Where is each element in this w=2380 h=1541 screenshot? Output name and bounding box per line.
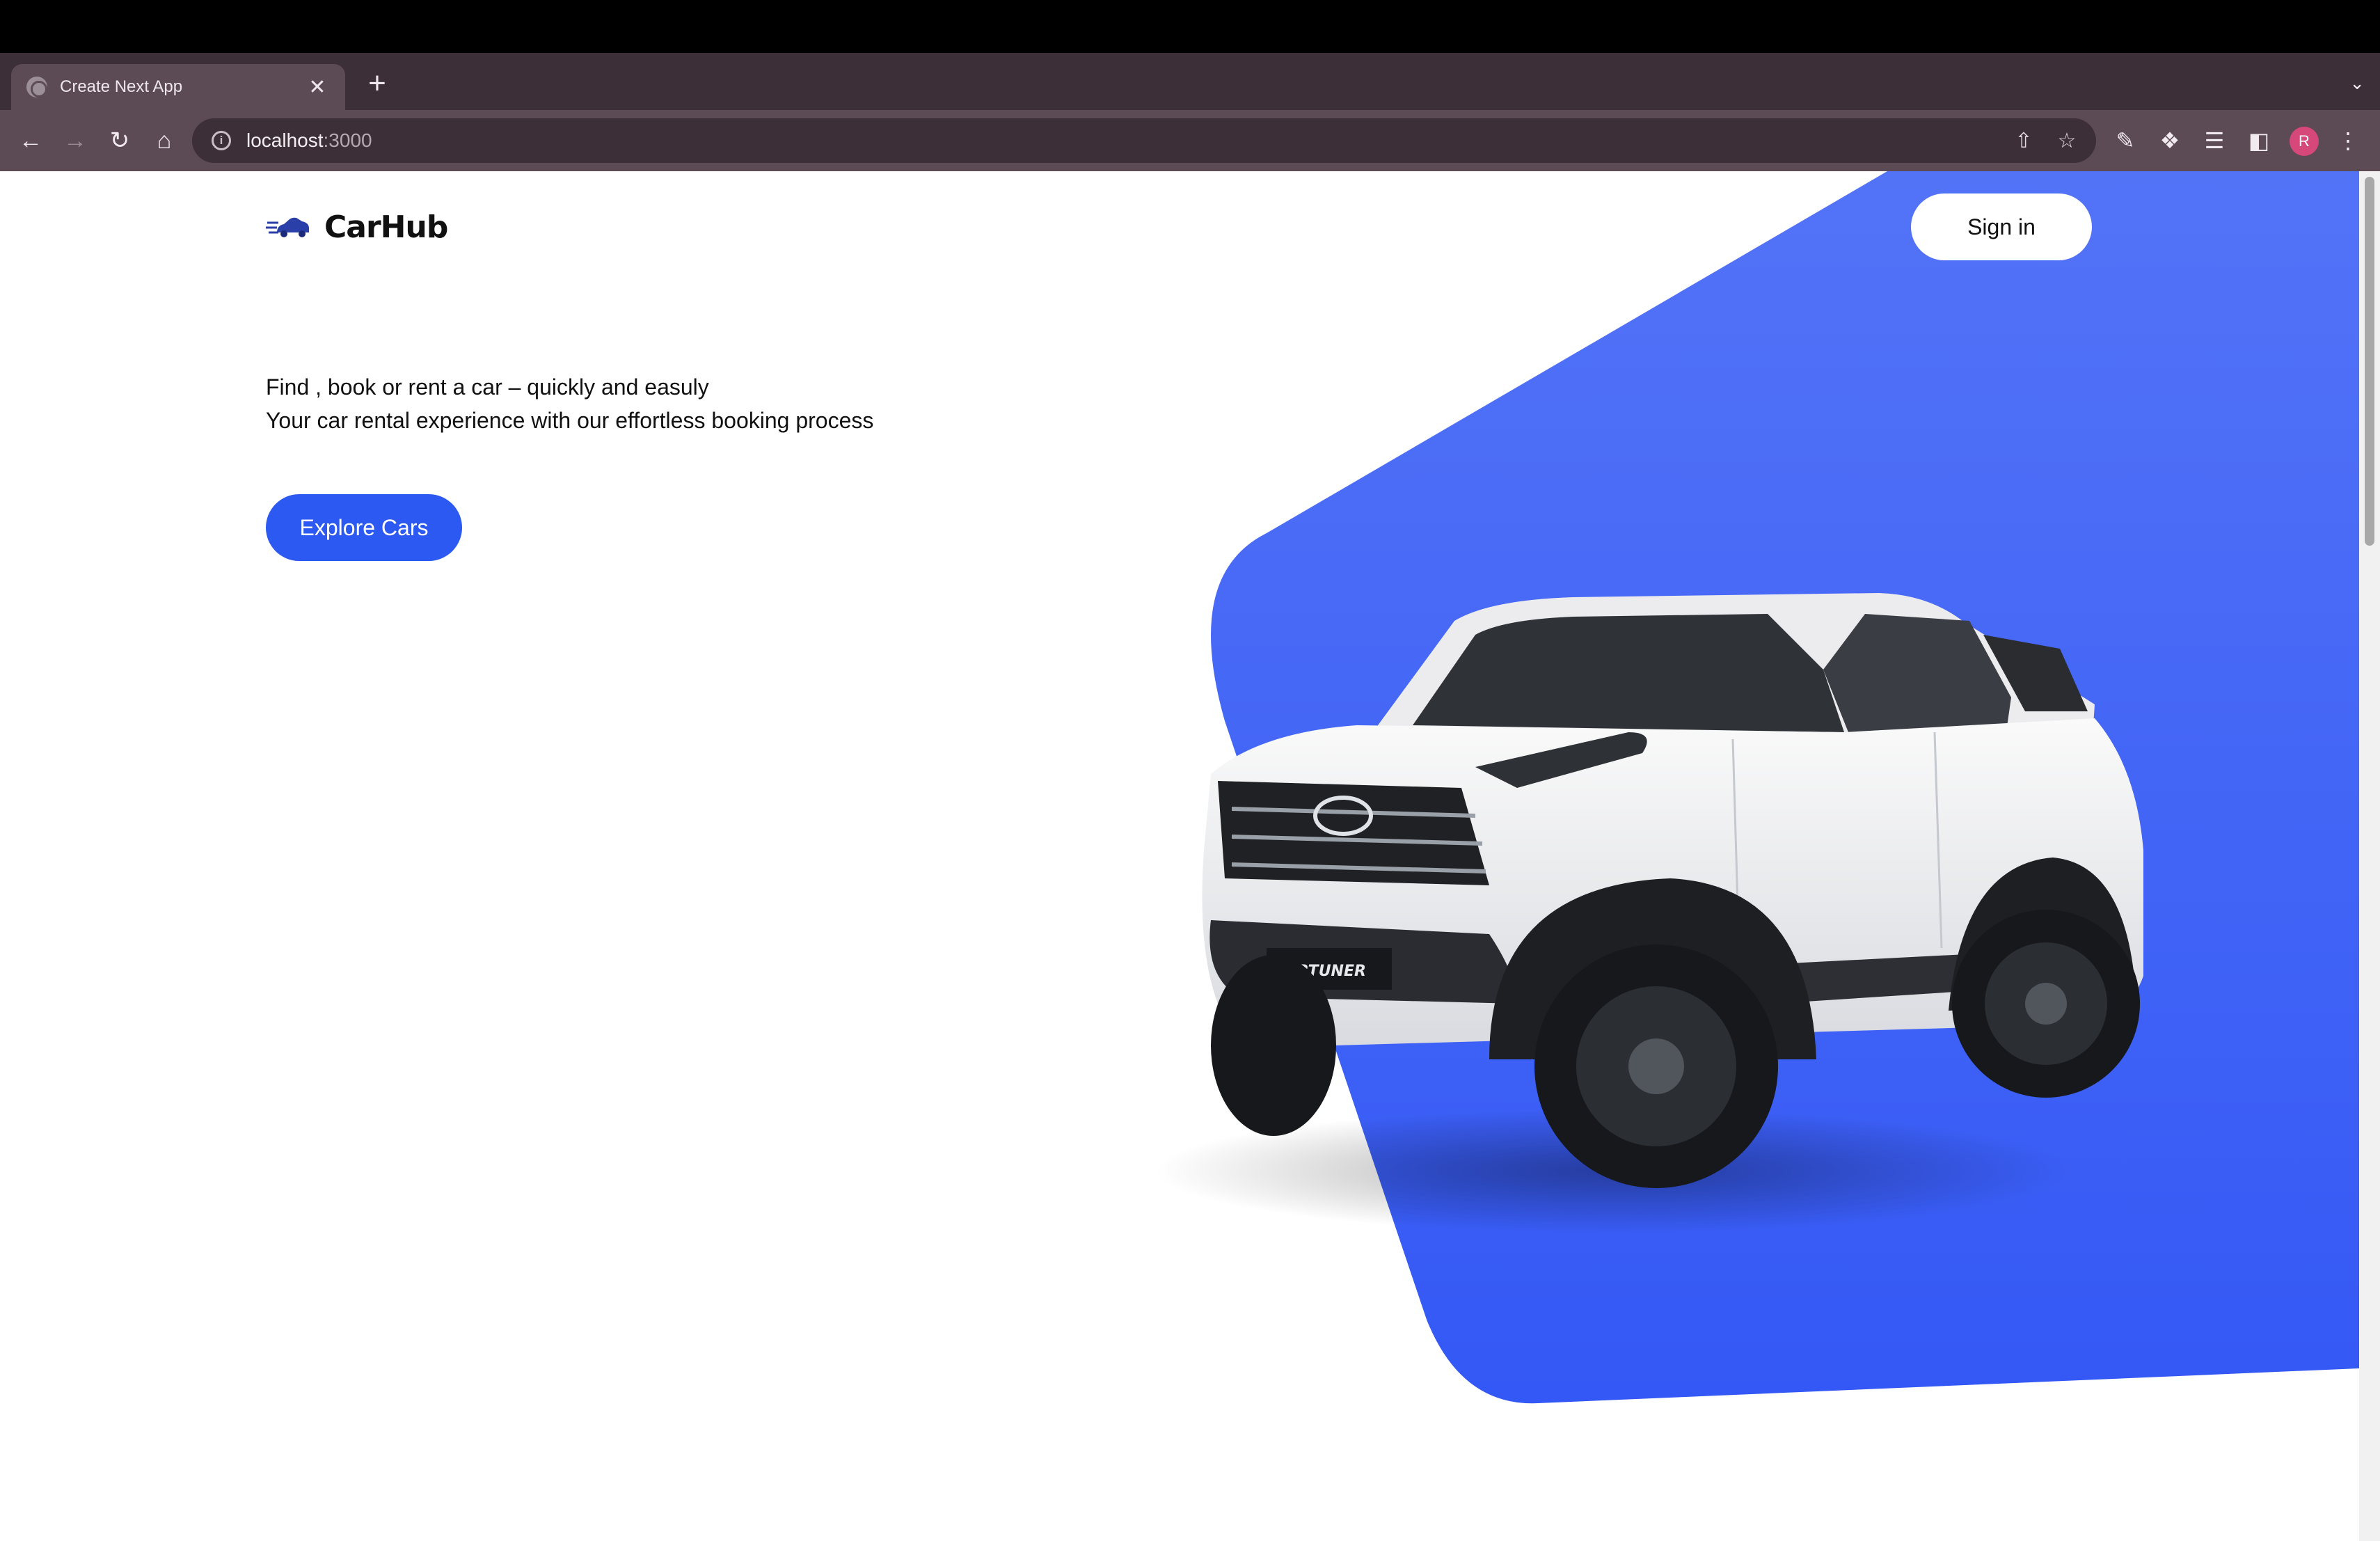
page-viewport: CarHub Sign in Find , book or rent a car… xyxy=(0,171,2359,1541)
reload-icon[interactable]: ↻ xyxy=(103,124,136,157)
tab-strip: Create Next App ✕ + ⌄ xyxy=(0,53,2380,110)
hero-car-image: FORTUNER xyxy=(1155,593,2143,1233)
site-info-icon[interactable]: i xyxy=(212,131,231,150)
globe-icon xyxy=(26,77,47,97)
browser-tab[interactable]: Create Next App ✕ xyxy=(11,64,345,110)
new-tab-button[interactable]: + xyxy=(362,68,392,99)
address-bar[interactable]: i localhost :3000 ⇧ ☆ xyxy=(192,118,2096,163)
hero-tagline: Find , book or rent a car – quickly and … xyxy=(266,370,873,437)
logo-text: CarHub xyxy=(324,209,448,245)
os-menubar xyxy=(0,0,2380,53)
forward-arrow-icon[interactable]: → xyxy=(58,124,92,157)
bookmark-star-icon[interactable]: ☆ xyxy=(2052,125,2082,156)
tab-title: Create Next App xyxy=(60,77,183,96)
profile-avatar[interactable]: R xyxy=(2290,127,2319,156)
extensions-puzzle-icon[interactable]: ❖ xyxy=(2153,124,2187,157)
extension-pen-icon[interactable]: ✎ xyxy=(2109,124,2142,157)
tab-search-chevron-icon[interactable]: ⌄ xyxy=(2349,72,2365,94)
carhub-logo[interactable]: CarHub xyxy=(266,206,448,248)
more-menu-icon[interactable]: ⋮ xyxy=(2331,124,2365,157)
sign-in-button[interactable]: Sign in xyxy=(1911,193,2092,260)
page-scrollbar[interactable] xyxy=(2359,171,2380,1541)
tagline-line-2: Your car rental experience with our effo… xyxy=(266,408,874,433)
back-arrow-icon[interactable]: ← xyxy=(14,124,47,157)
url-host: localhost xyxy=(246,129,324,151)
media-queue-icon[interactable]: ☰ xyxy=(2198,124,2231,157)
home-icon[interactable]: ⌂ xyxy=(148,124,181,157)
explore-cars-button[interactable]: Explore Cars xyxy=(266,494,462,561)
browser-toolbar: ← → ↻ ⌂ i localhost :3000 ⇧ ☆ ✎ ❖ ☰ ◧ R … xyxy=(0,110,2380,171)
scrollbar-thumb[interactable] xyxy=(2365,177,2374,546)
share-icon[interactable]: ⇧ xyxy=(2008,125,2039,156)
side-panel-icon[interactable]: ◧ xyxy=(2242,124,2276,157)
tagline-line-1: Find , book or rent a car – quickly and … xyxy=(266,374,709,400)
url-port: :3000 xyxy=(323,129,372,151)
car-logo-icon xyxy=(266,217,309,237)
close-tab-icon[interactable]: ✕ xyxy=(305,75,330,100)
